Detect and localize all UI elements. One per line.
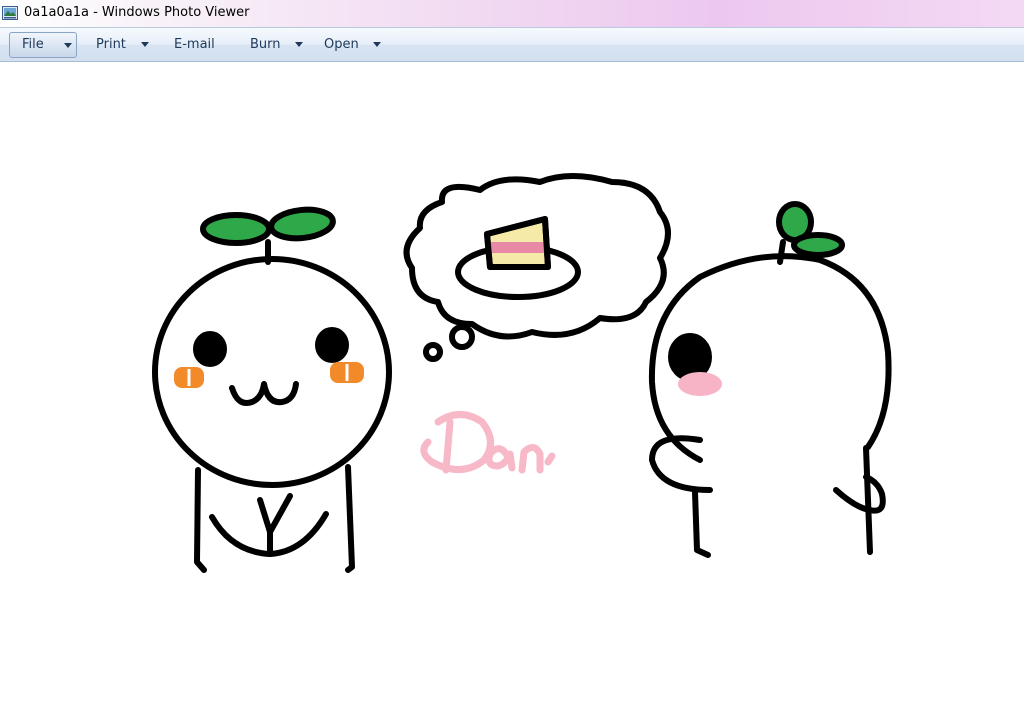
file-menu-label: File bbox=[22, 37, 44, 52]
thought-dot-large bbox=[449, 324, 475, 350]
left-body-fold bbox=[257, 493, 293, 535]
right-arm-right bbox=[833, 474, 886, 514]
signature-dan bbox=[420, 411, 556, 474]
cake-filling bbox=[490, 242, 546, 253]
thought-dot-small bbox=[423, 342, 443, 362]
right-eye bbox=[668, 333, 712, 381]
left-leaf-right bbox=[268, 206, 336, 242]
file-dropdown-arrow-icon bbox=[64, 43, 72, 48]
thought-bubble bbox=[403, 173, 671, 362]
image-viewer-area[interactable] bbox=[0, 62, 1024, 716]
right-leaf-lower bbox=[791, 232, 845, 258]
title-bar: 0a1a0a1a - Windows Photo Viewer bbox=[0, 0, 1024, 27]
right-blush bbox=[678, 372, 722, 396]
left-body-right-side bbox=[345, 464, 355, 573]
burn-menu[interactable]: Burn bbox=[241, 32, 309, 58]
left-body-left-side bbox=[194, 467, 207, 573]
left-leaf-left bbox=[200, 212, 272, 246]
print-dropdown-arrow-icon bbox=[141, 42, 149, 47]
left-eye-left bbox=[193, 331, 227, 367]
blush-marks bbox=[174, 362, 722, 396]
open-menu-label: Open bbox=[324, 37, 359, 52]
burn-menu-label: Burn bbox=[250, 37, 281, 52]
file-menu[interactable]: File bbox=[9, 32, 77, 58]
email-menu[interactable]: E-mail bbox=[165, 32, 231, 58]
right-body-right bbox=[863, 445, 873, 555]
menu-bar: File Print E-mail Burn Open bbox=[0, 27, 1024, 62]
print-menu[interactable]: Print bbox=[86, 32, 158, 58]
right-stem bbox=[777, 239, 786, 265]
burn-dropdown-arrow-icon bbox=[295, 42, 303, 47]
left-mouth bbox=[229, 381, 299, 406]
window-title: 0a1a0a1a - Windows Photo Viewer bbox=[24, 5, 250, 20]
open-dropdown-arrow-icon bbox=[373, 42, 381, 47]
print-menu-label: Print bbox=[96, 37, 126, 52]
left-eye-right bbox=[315, 327, 349, 363]
open-menu[interactable]: Open bbox=[315, 32, 387, 58]
left-sprout-character bbox=[152, 206, 392, 573]
photo-viewer-icon bbox=[2, 6, 18, 20]
email-menu-label: E-mail bbox=[174, 37, 215, 52]
right-leg-left bbox=[692, 489, 711, 558]
displayed-image bbox=[152, 173, 892, 573]
